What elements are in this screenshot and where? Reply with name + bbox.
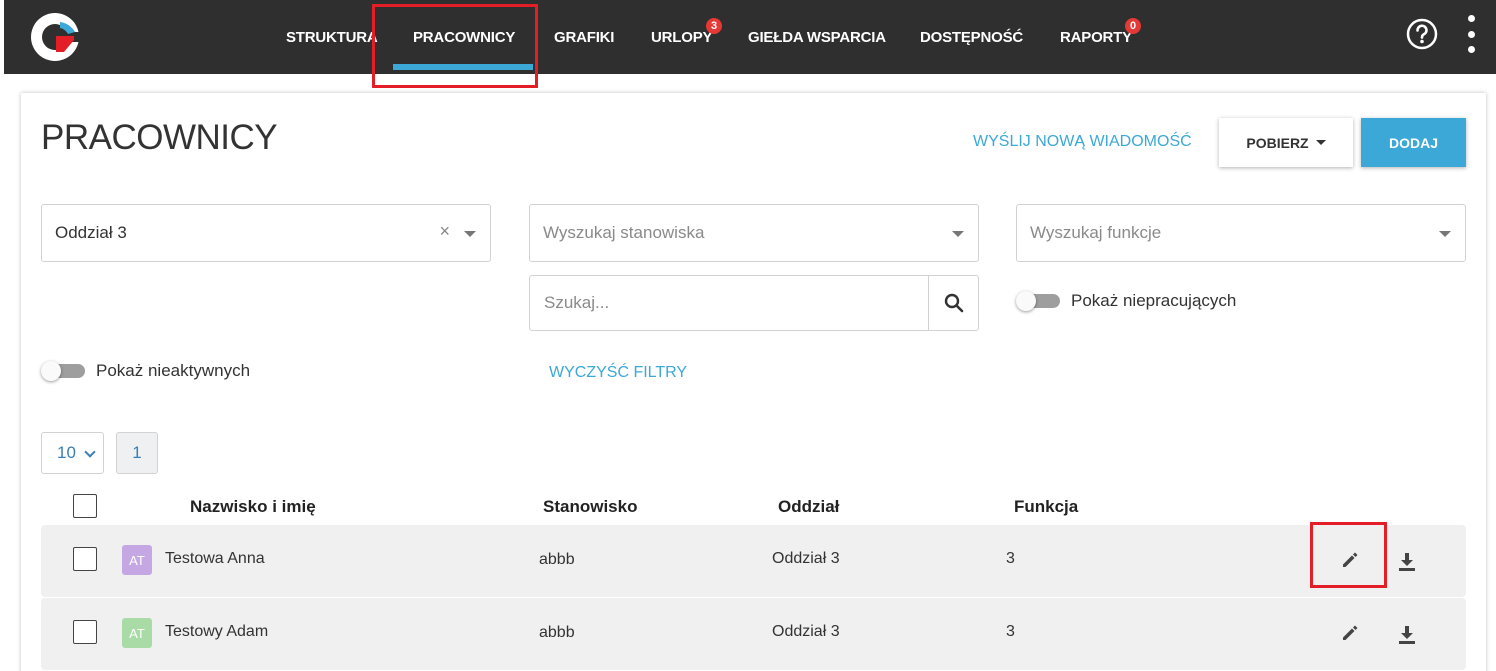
nav-badge: 0 <box>1125 18 1141 34</box>
help-circle-icon[interactable] <box>1406 18 1438 50</box>
employee-name: Testowa Anna <box>165 550 265 567</box>
nav-gielda-wsparcia[interactable]: GIEŁDA WSPARCIA <box>748 0 886 74</box>
branch-select[interactable]: Oddział 3 × <box>41 204 491 262</box>
dropdown-arrow-icon <box>1439 231 1451 237</box>
nav-urlopy[interactable]: URLOPY 3 <box>651 0 722 74</box>
caret-down-icon <box>1315 140 1326 145</box>
employee-branch: Oddział 3 <box>772 550 840 567</box>
edit-highlight-box <box>1310 522 1387 588</box>
nav-label: GIEŁDA WSPARCIA <box>748 28 886 46</box>
employee-branch: Oddział 3 <box>772 623 840 640</box>
page-button[interactable]: 1 <box>116 432 158 474</box>
position-select-placeholder: Wyszukaj stanowiska <box>543 223 705 242</box>
nav-label: GRAFIKI <box>554 28 615 46</box>
page-title: PRACOWNICY <box>41 118 278 157</box>
nav-label: URLOPY <box>651 28 713 46</box>
show-inactive-toggle[interactable] <box>41 361 87 381</box>
send-message-link[interactable]: WYŚLIJ NOWĄ WIADOMOŚĆ <box>973 133 1192 151</box>
column-header-position[interactable]: Stanowisko <box>543 497 637 517</box>
clear-x-icon[interactable]: × <box>439 221 450 242</box>
show-inactive-label: Pokaż nieaktywnych <box>96 361 251 380</box>
show-not-working-label: Pokaż niepracujących <box>1071 291 1237 310</box>
clear-filters-link[interactable]: WYCZYŚĆ FILTRY <box>549 364 687 382</box>
column-header-branch[interactable]: Oddział <box>778 497 839 517</box>
nav-dostepnosc[interactable]: DOSTĘPNOŚĆ <box>920 0 1023 74</box>
kebab-menu-icon[interactable] <box>1464 15 1478 53</box>
dropdown-arrow-icon <box>952 231 964 237</box>
avatar: AT <box>122 618 152 648</box>
row-checkbox[interactable] <box>73 547 97 571</box>
employee-function: 3 <box>1006 550 1015 567</box>
show-not-working-toggle[interactable] <box>1016 291 1062 311</box>
employee-position: abbb <box>539 624 575 641</box>
nav-grafiki[interactable]: GRAFIKI <box>554 0 614 74</box>
search-icon <box>944 293 963 313</box>
nav-label: STRUKTURA <box>286 28 378 46</box>
download-icon[interactable] <box>1396 624 1418 646</box>
search-input[interactable]: Szukaj... <box>530 276 929 330</box>
nav-struktura[interactable]: STRUKTURA <box>286 0 378 74</box>
function-select[interactable]: Wyszukaj funkcje <box>1016 204 1466 262</box>
column-header-name[interactable]: Nazwisko i imię <box>190 497 316 517</box>
nav-raporty[interactable]: RAPORTY 0 <box>1060 0 1141 74</box>
nav-label: RAPORTY <box>1060 28 1132 46</box>
search-button[interactable] <box>929 276 978 330</box>
page-size-select[interactable]: 10 <box>41 432 104 474</box>
download-dropdown-button[interactable]: POBIERZ <box>1219 118 1353 167</box>
avatar: AT <box>122 545 152 575</box>
app-logo-icon[interactable] <box>30 12 82 62</box>
employee-function: 3 <box>1006 623 1015 640</box>
edit-pencil-icon[interactable] <box>1339 622 1361 644</box>
employee-position: abbb <box>539 551 575 568</box>
row-checkbox[interactable] <box>73 620 97 644</box>
nav-label: DOSTĘPNOŚĆ <box>920 28 1024 46</box>
add-button[interactable]: DODAJ <box>1361 118 1466 167</box>
download-label: POBIERZ <box>1246 134 1309 151</box>
page-size-value: 10 <box>57 443 76 462</box>
position-select[interactable]: Wyszukaj stanowiska <box>529 204 979 262</box>
nav-badge: 3 <box>706 18 722 34</box>
function-select-placeholder: Wyszukaj funkcje <box>1030 223 1162 242</box>
employee-name: Testowy Adam <box>165 623 269 640</box>
column-header-function[interactable]: Funkcja <box>1014 497 1078 517</box>
search-field[interactable]: Szukaj... <box>529 275 979 331</box>
branch-select-value: Oddział 3 <box>55 223 127 242</box>
dropdown-arrow-icon <box>464 231 476 237</box>
nav-highlight-box <box>372 4 538 88</box>
select-all-checkbox[interactable] <box>73 494 97 518</box>
top-navigation-bar: STRUKTURA PRACOWNICY GRAFIKI URLOPY 3 GI… <box>4 0 1496 74</box>
download-icon[interactable] <box>1396 551 1418 573</box>
chevron-down-icon <box>84 446 96 458</box>
